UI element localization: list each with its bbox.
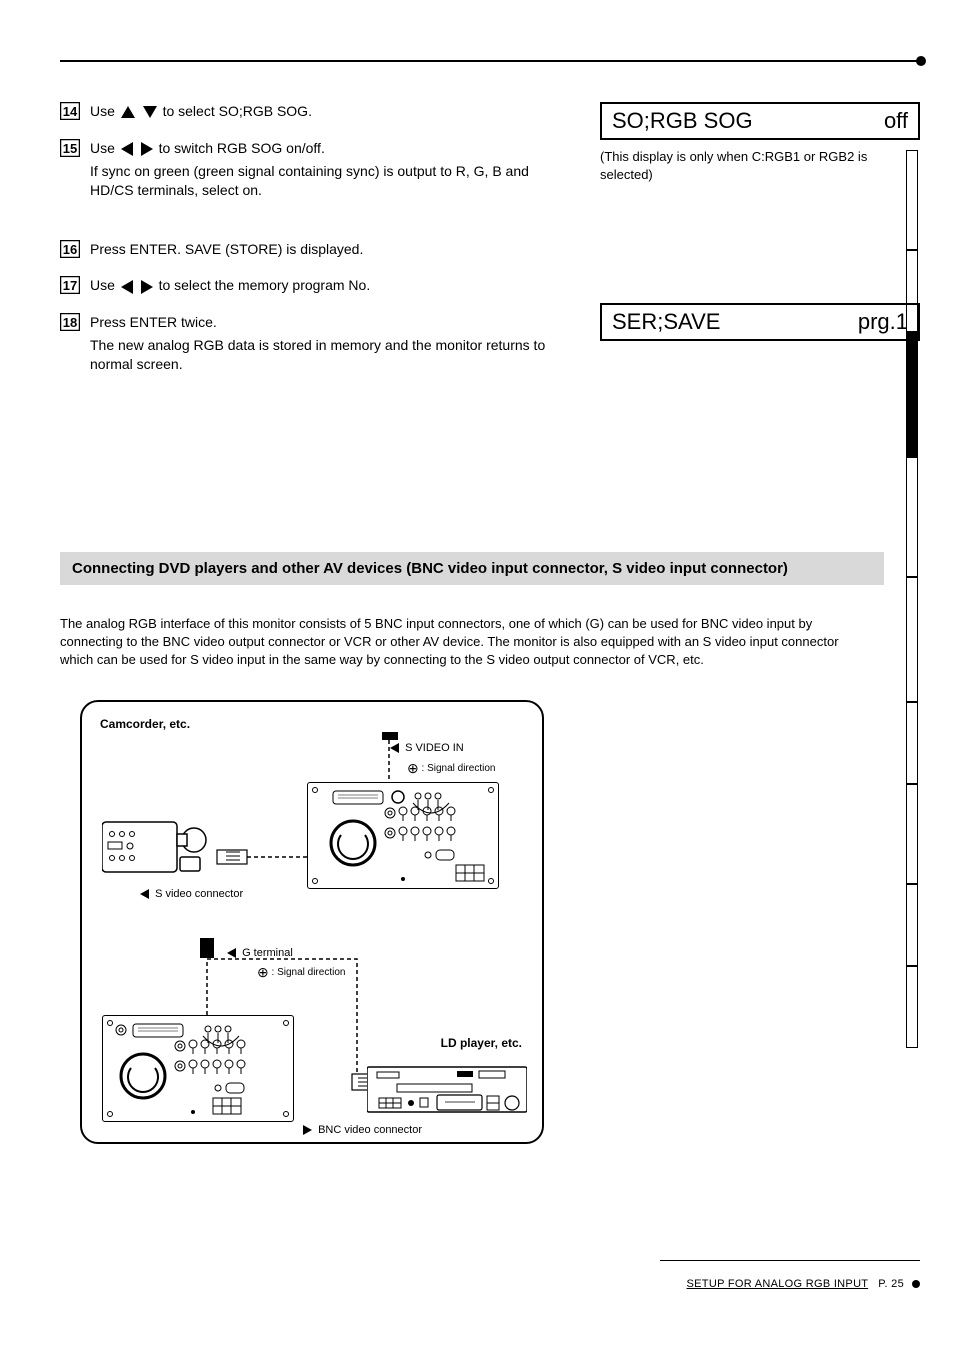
signal-arrow-icon (140, 889, 149, 899)
step-18-icon: 18 (60, 313, 80, 331)
lcd-2-right: prg.1 (858, 309, 908, 335)
lcd-display-1: SO;RGB SOG off (600, 102, 920, 140)
step-14-pre: Use (90, 103, 119, 119)
lcd-2-left: SER;SAVE (612, 309, 720, 335)
arrow-up-icon (121, 106, 135, 118)
step-18-text: Press ENTER twice. (90, 314, 217, 330)
step-15-pre: Use (90, 140, 119, 156)
section-title: Connecting DVD players and other AV devi… (72, 560, 788, 577)
lcd-1-right: off (884, 108, 908, 134)
lcd-1-left: SO;RGB SOG (612, 108, 753, 134)
step-17-icon: 17 (60, 276, 80, 294)
ld-label: LD player, etc. (441, 1036, 522, 1050)
connection-diagram: Camcorder, etc. S VIDEO IN ⊕ : Signal di… (80, 700, 544, 1144)
step-14-icon: 14 (60, 102, 80, 120)
step-16-text: Press ENTER. SAVE (STORE) is displayed. (90, 240, 570, 259)
signal-arrow-icon (390, 743, 399, 753)
lcd-1-note: (This display is only when C:RGB1 or RGB… (600, 148, 920, 183)
step-17-post: to select the memory program No. (159, 277, 371, 293)
step-15-post: to switch RGB SOG on/off. (159, 140, 325, 156)
g-terminal-label: G terminal (242, 947, 293, 959)
signal-arrow-icon (227, 948, 236, 958)
arrow-down-icon (143, 106, 157, 118)
svg-text:17: 17 (63, 278, 77, 293)
step-17-pre: Use (90, 277, 119, 293)
step-16-icon: 16 (60, 240, 80, 258)
arrow-left-icon (121, 280, 133, 294)
footer-dot-icon (912, 1280, 920, 1288)
sidebar-tabs (906, 150, 920, 1048)
signal-arrow-icon (303, 1125, 312, 1135)
svideo-conn-label: S video connector (155, 888, 243, 900)
ld-player-icon (367, 1062, 527, 1117)
step-15-note: If sync on green (green signal containin… (90, 162, 570, 200)
svg-text:15: 15 (63, 141, 77, 156)
footer-right: P. 25 (878, 1278, 904, 1290)
section-note: The analog RGB interface of this monitor… (60, 615, 860, 670)
s-video-in-label: S VIDEO IN (405, 742, 464, 754)
lcd-display-2: SER;SAVE prg.1 (600, 303, 920, 341)
monitor-rear-panel-a (307, 782, 499, 889)
svg-text:18: 18 (63, 315, 77, 330)
arrow-right-icon (141, 280, 153, 294)
monitor-rear-panel-b (102, 1015, 294, 1122)
sig-legend-mid: : Signal direction (272, 967, 346, 978)
step-15-icon: 15 (60, 139, 80, 157)
arrow-left-icon (121, 142, 133, 156)
step-14-post: to select SO;RGB SOG. (163, 103, 312, 119)
step-18-note: The new analog RGB data is stored in mem… (90, 336, 570, 374)
camcorder-icon (102, 812, 207, 882)
svg-text:16: 16 (63, 242, 77, 257)
step-14-text: Use to select SO;RGB SOG. (90, 102, 570, 121)
sig-legend-top: : Signal direction (422, 763, 496, 774)
camcorder-label: Camcorder, etc. (100, 717, 190, 731)
svg-text:14: 14 (63, 104, 78, 119)
footer-left: SETUP FOR ANALOG RGB INPUT (687, 1278, 869, 1290)
bnc-conn-label: BNC video connector (318, 1124, 422, 1136)
arrow-right-icon (141, 142, 153, 156)
